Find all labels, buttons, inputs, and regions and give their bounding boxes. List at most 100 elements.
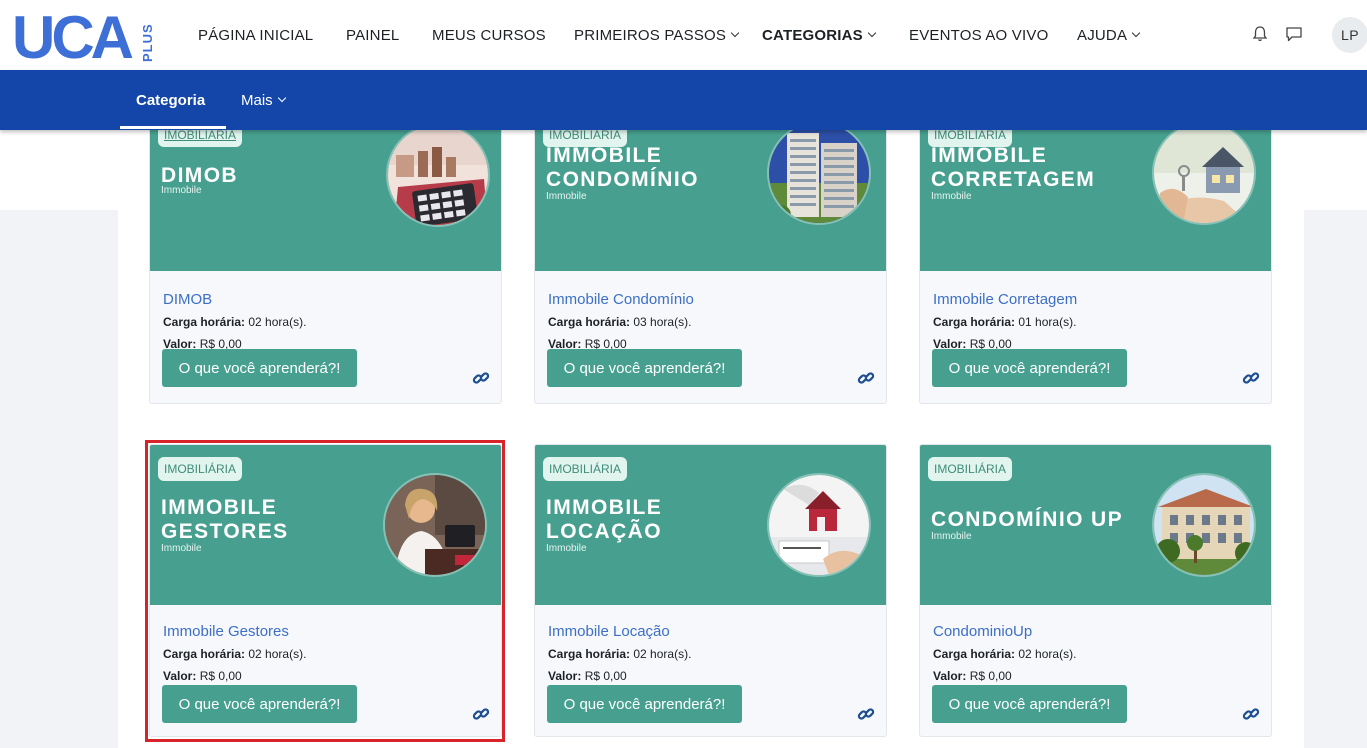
banner-subtitle: Immobile	[546, 543, 587, 554]
course-title-link[interactable]: Immobile Corretagem	[933, 291, 1077, 308]
course-title-link[interactable]: Immobile Condomínio	[548, 291, 694, 308]
workload-label: Carga horária:	[933, 647, 1016, 661]
workload-value: 02 hora(s).	[633, 647, 692, 661]
workload-line: Carga horária: 02 hora(s).	[933, 647, 1076, 661]
course-banner[interactable]: IMOBILIÁRIA CONDOMÍNIO UP Immobile	[920, 445, 1271, 605]
nav-label: PRIMEIROS PASSOS	[574, 26, 727, 44]
banner-title: IMMOBILE CORRETAGEM	[931, 144, 1096, 191]
workload-label: Carga horária:	[548, 647, 631, 661]
price-value: R$ 0,00	[584, 669, 627, 683]
price-line: Valor: R$ 0,00	[548, 669, 627, 683]
link-icon[interactable]	[857, 369, 875, 387]
nav-label: MEUS CURSOS	[432, 26, 546, 44]
course-card-condominio-up: IMOBILIÁRIA CONDOMÍNIO UP Immobile Condo…	[919, 444, 1272, 737]
course-title-link[interactable]: DIMOB	[163, 291, 212, 308]
logo-suffix: PLUS	[140, 23, 155, 62]
price-value: R$ 0,00	[199, 669, 242, 683]
top-navbar: UCA PLUS PÁGINA INICIAL PAINEL MEUS CURS…	[0, 0, 1367, 70]
course-grid: IMOBILIARIA DIMOB Immobile DIMOB Carga h…	[118, 130, 1304, 748]
workload-value: 02 hora(s).	[248, 647, 307, 661]
category-tag[interactable]: IMOBILIÁRIA	[158, 457, 243, 481]
price-value: R$ 0,00	[969, 669, 1012, 683]
contract-house-photo-icon	[767, 473, 871, 577]
chevron-down-icon	[1131, 28, 1141, 38]
nav-label: AJUDA	[1077, 26, 1128, 44]
learn-more-button[interactable]: O que você aprenderá?!	[932, 685, 1127, 723]
price-label: Valor:	[933, 669, 967, 683]
link-icon[interactable]	[472, 705, 490, 723]
course-title-link[interactable]: CondominioUp	[933, 623, 1032, 640]
banner-title: IMMOBILE CONDOMÍNIO	[546, 144, 699, 191]
course-banner[interactable]: IMOBILIÁRIA IMMOBILE GESTORES Immobile	[150, 445, 501, 605]
learn-more-button[interactable]: O que você aprenderá?!	[932, 349, 1127, 387]
course-title-link[interactable]: Immobile Gestores	[163, 623, 289, 640]
tab-mais[interactable]: Mais	[241, 70, 286, 130]
learn-more-button[interactable]: O que você aprenderá?!	[547, 685, 742, 723]
bell-icon[interactable]	[1250, 24, 1270, 44]
nav-label: PÁGINA INICIAL	[198, 26, 314, 44]
course-title-link[interactable]: Immobile Locação	[548, 623, 670, 640]
banner-title: CONDOMÍNIO UP	[931, 508, 1124, 531]
course-banner[interactable]: IMOBILIARIA DIMOB Immobile	[150, 130, 501, 271]
nav-painel[interactable]: PAINEL	[346, 0, 399, 70]
secondary-navbar: Categoria Mais	[0, 70, 1367, 130]
banner-subtitle: Immobile	[161, 543, 202, 554]
nav-categorias[interactable]: CATEGORIAS	[762, 0, 877, 70]
logo-text: UCA	[12, 4, 133, 66]
workload-line: Carga horária: 03 hora(s).	[548, 315, 691, 329]
course-card-dimob: IMOBILIARIA DIMOB Immobile DIMOB Carga h…	[149, 130, 502, 404]
category-tag[interactable]: IMOBILIÁRIA	[928, 457, 1013, 481]
workload-label: Carga horária:	[933, 315, 1016, 329]
chevron-down-icon	[867, 28, 877, 38]
nav-pagina-inicial[interactable]: PÁGINA INICIAL	[198, 0, 313, 70]
tab-categoria[interactable]: Categoria	[136, 70, 205, 130]
chat-icon[interactable]	[1284, 24, 1304, 44]
condo-photo-icon	[1152, 473, 1256, 577]
banner-subtitle: Immobile	[161, 185, 202, 196]
banner-title: IMMOBILE LOCAÇÃO	[546, 496, 663, 543]
workload-value: 03 hora(s).	[633, 315, 692, 329]
price-line: Valor: R$ 0,00	[933, 669, 1012, 683]
workload-value: 02 hora(s).	[1018, 647, 1077, 661]
learn-more-button[interactable]: O que você aprenderá?!	[162, 349, 357, 387]
link-icon[interactable]	[857, 705, 875, 723]
workload-value: 02 hora(s).	[248, 315, 307, 329]
nav-primeiros-passos[interactable]: PRIMEIROS PASSOS	[574, 0, 740, 70]
banner-title: IMMOBILE GESTORES	[161, 496, 289, 543]
price-label: Valor:	[548, 669, 582, 683]
tab-label: Categoria	[136, 91, 206, 109]
avatar-initials: LP	[1340, 27, 1360, 43]
workload-label: Carga horária:	[163, 315, 246, 329]
avatar[interactable]: LP	[1332, 17, 1367, 53]
nav-ajuda[interactable]: AJUDA	[1077, 0, 1141, 70]
learn-more-button[interactable]: O que você aprenderá?!	[547, 349, 742, 387]
course-card-corretagem: IMOBILIARIA IMMOBILE CORRETAGEM Immobile	[919, 130, 1272, 404]
category-tag[interactable]: IMOBILIARIA	[158, 130, 243, 147]
learn-more-button[interactable]: O que você aprenderá?!	[162, 685, 357, 723]
nav-label: PAINEL	[346, 26, 400, 44]
workload-value: 01 hora(s).	[1018, 315, 1077, 329]
course-card-gestores: IMOBILIÁRIA IMMOBILE GESTORES Immobile I…	[149, 444, 502, 737]
uca-plus-logo[interactable]: UCA PLUS	[12, 4, 162, 66]
workload-label: Carga horária:	[548, 315, 631, 329]
nav-eventos-ao-vivo[interactable]: EVENTOS AO VIVO	[909, 0, 1048, 70]
calculator-photo-icon	[386, 130, 490, 227]
price-label: Valor:	[163, 669, 197, 683]
banner-subtitle: Immobile	[546, 191, 587, 202]
link-icon[interactable]	[472, 369, 490, 387]
nav-label: EVENTOS AO VIVO	[909, 26, 1049, 44]
house-keys-photo-icon	[1152, 130, 1256, 225]
link-icon[interactable]	[1242, 369, 1260, 387]
building-photo-icon	[767, 130, 871, 225]
banner-subtitle: Immobile	[931, 531, 972, 542]
workload-label: Carga horária:	[163, 647, 246, 661]
course-banner[interactable]: IMOBILIARIA IMMOBILE CONDOMÍNIO Immobile	[535, 130, 886, 271]
link-icon[interactable]	[1242, 705, 1260, 723]
course-banner[interactable]: IMOBILIÁRIA IMMOBILE LOCAÇÃO Immobile	[535, 445, 886, 605]
tab-label: Mais	[241, 91, 273, 109]
nav-meus-cursos[interactable]: MEUS CURSOS	[432, 0, 546, 70]
workload-line: Carga horária: 01 hora(s).	[933, 315, 1076, 329]
course-card-condominio: IMOBILIARIA IMMOBILE CONDOMÍNIO Immobile…	[534, 130, 887, 404]
category-tag[interactable]: IMOBILIÁRIA	[543, 457, 628, 481]
course-banner[interactable]: IMOBILIARIA IMMOBILE CORRETAGEM Immobile	[920, 130, 1271, 271]
